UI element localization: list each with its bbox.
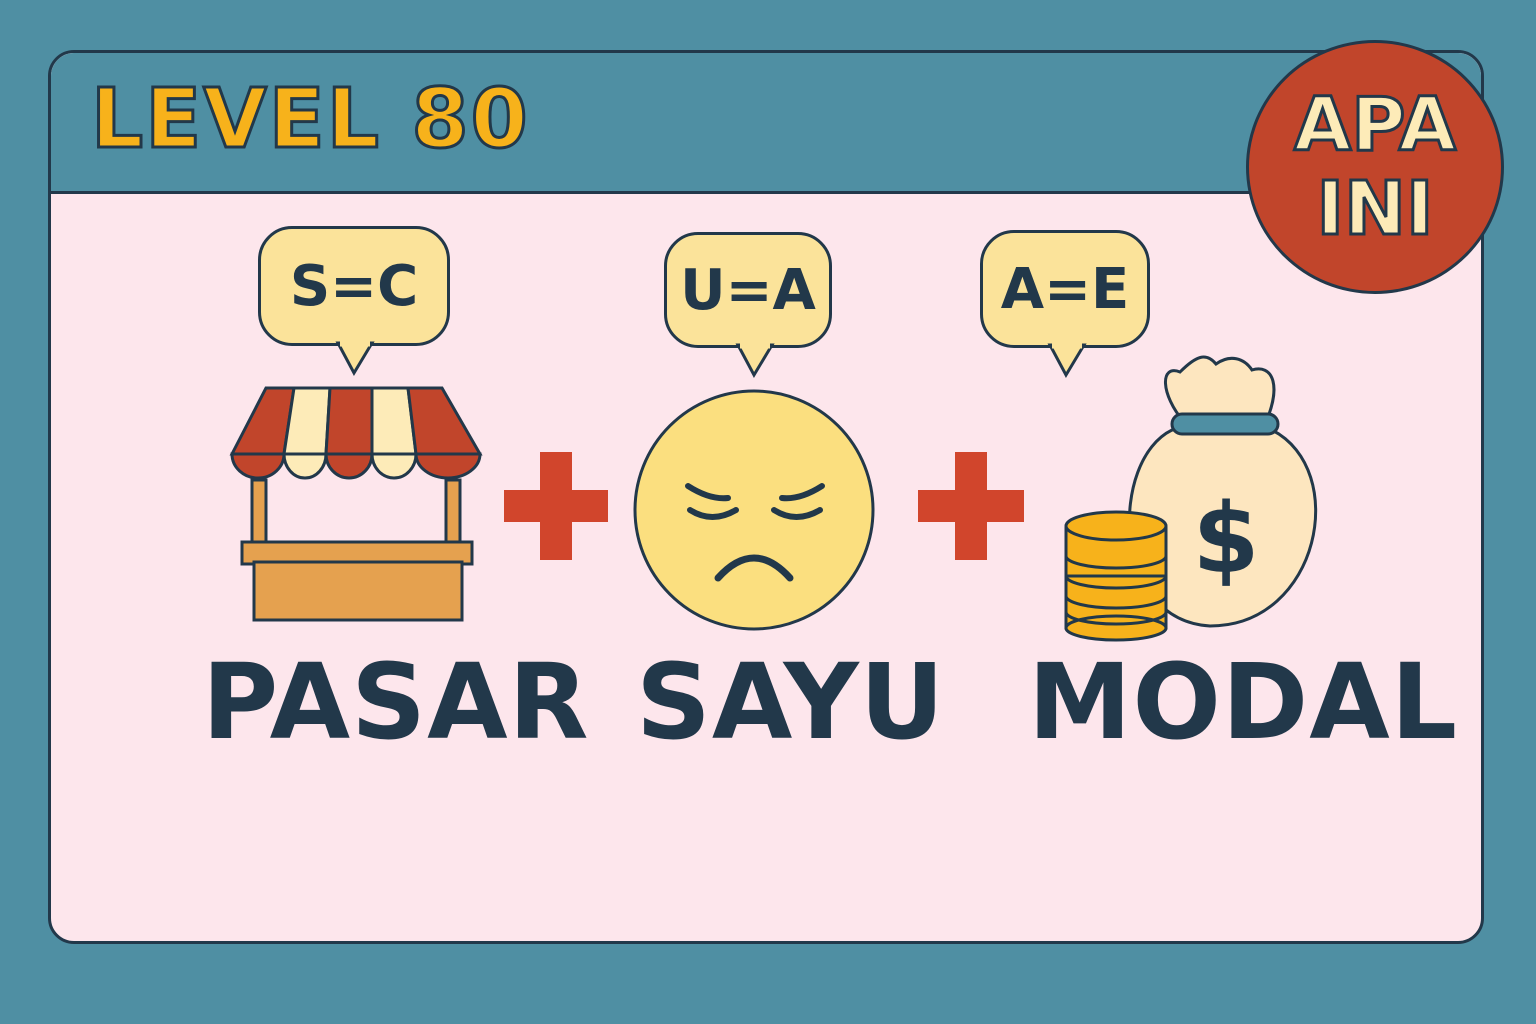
hint-text-3: A=E (1000, 256, 1130, 322)
badge-line-1: APA (1293, 82, 1458, 169)
apa-ini-badge: APA INI (1246, 40, 1504, 294)
hint-text-2: U=A (680, 257, 816, 323)
sad-face-icon (633, 389, 875, 631)
market-stall-icon (229, 386, 483, 622)
money-bag-icon: $ (1064, 355, 1318, 642)
badge-line-2: INI (1315, 166, 1435, 253)
hint-bubble-1: S=C (258, 226, 450, 346)
plus-icon-1 (504, 452, 608, 560)
clue-word-3: MODAL (1028, 641, 1458, 763)
bubble-tail-1 (335, 341, 375, 377)
level-title: LEVEL 80 (90, 72, 530, 167)
hint-bubble-2: U=A (664, 232, 832, 348)
clue-word-2: SAYU (636, 641, 946, 763)
hint-text-1: S=C (289, 253, 419, 319)
plus-icon-2 (918, 452, 1024, 560)
bubble-tail-2 (735, 343, 775, 379)
clue-word-1: PASAR (202, 641, 590, 763)
hint-bubble-3: A=E (980, 230, 1150, 348)
svg-text:$: $ (1193, 483, 1260, 595)
